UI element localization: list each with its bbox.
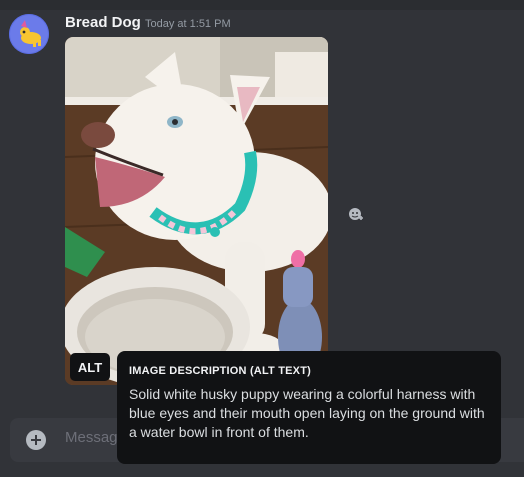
alt-text-badge[interactable]: ALT: [70, 353, 110, 381]
chat-message: Bread Dog Today at 1:51 PM ALT: [0, 0, 524, 400]
tooltip-description: Solid white husky puppy wearing a colorf…: [129, 386, 485, 440]
puppy-photo: [65, 37, 328, 385]
image-attachment[interactable]: [65, 37, 328, 385]
author-name[interactable]: Bread Dog: [65, 14, 141, 31]
avatar-dog-icon: [9, 14, 49, 54]
message-timestamp: Today at 1:51 PM: [145, 18, 231, 30]
alt-text-tooltip: IMAGE DESCRIPTION (ALT TEXT) Solid white…: [117, 351, 501, 464]
add-reaction-icon[interactable]: [344, 202, 368, 226]
avatar[interactable]: [9, 14, 49, 54]
tooltip-title: IMAGE DESCRIPTION (ALT TEXT): [129, 365, 312, 377]
plus-circle-icon[interactable]: [26, 430, 46, 450]
